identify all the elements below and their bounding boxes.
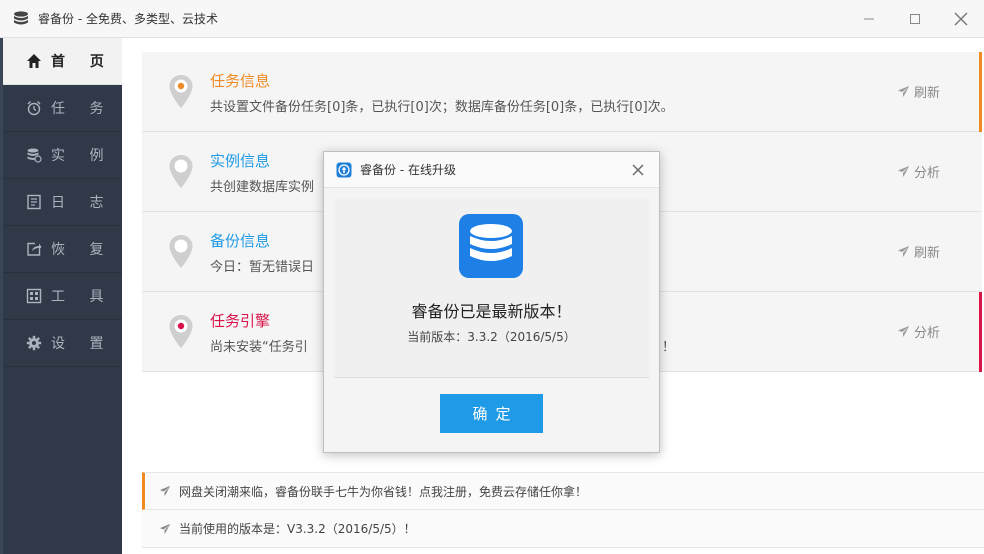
log-icon <box>25 193 43 211</box>
alarm-icon <box>25 99 43 117</box>
version-notice: 当前使用的版本是：V3.3.2（2016/5/5）！ <box>142 510 984 548</box>
sidebar-item-label: 设 置 <box>51 336 114 352</box>
sidebar-item-restore[interactable]: 恢 复 <box>3 226 122 273</box>
action-label: 刷新 <box>913 246 940 261</box>
location-pin-icon <box>169 75 193 108</box>
window-title: 睿备份 - 全免费、多类型、云技术 <box>38 12 218 26</box>
upgrade-dialog: 睿备份 - 在线升级 睿备份已是最新版本！ 当前版本：3.3.2（2016/5/… <box>323 151 660 453</box>
restore-icon <box>25 240 43 258</box>
send-icon <box>897 86 909 97</box>
action-label: 分析 <box>913 166 940 181</box>
dialog-body: 睿备份已是最新版本！ 当前版本：3.3.2（2016/5/5） <box>334 198 649 378</box>
card-description: 尚未安装“任务引 <box>210 340 308 355</box>
notice-link[interactable]: 网盘关闭潮来临，睿备份联手七牛为你省钱！点我注册，免费云存储任你拿！ <box>142 472 984 510</box>
database-icon <box>14 10 28 24</box>
close-icon <box>632 164 644 176</box>
dialog-message: 睿备份已是最新版本！ <box>411 302 572 321</box>
database-icon <box>459 214 523 278</box>
card-description: 共设置文件备份任务[0]条，已执行[0]次；数据库备份任务[0]条，已执行[0]… <box>210 100 674 115</box>
card-accent-bar <box>979 292 982 372</box>
dialog-close-button[interactable] <box>627 159 649 181</box>
current-version: 当前版本：3.3.2（2016/5/5） <box>407 330 576 344</box>
close-icon <box>954 12 968 26</box>
upgrade-icon <box>336 162 352 177</box>
refresh-button[interactable]: 刷新 <box>897 242 940 261</box>
card-description: 共创建数据库实例 <box>210 180 315 195</box>
window-controls <box>846 0 984 38</box>
sidebar-item-label: 任 务 <box>51 101 114 117</box>
dialog-title: 睿备份 - 在线升级 <box>360 163 456 177</box>
analyze-button[interactable]: 分析 <box>897 162 940 181</box>
tools-icon <box>25 287 43 305</box>
maximize-button[interactable] <box>892 0 938 38</box>
action-label: 分析 <box>913 326 940 341</box>
confirm-button[interactable]: 确定 <box>440 394 543 433</box>
analyze-button[interactable]: 分析 <box>897 322 940 341</box>
card-description: 今日：暂无错误日 <box>210 260 315 275</box>
dialog-header: 睿备份 - 在线升级 <box>324 152 659 188</box>
sidebar-item-label: 工 具 <box>51 289 114 305</box>
location-pin-icon <box>169 315 193 348</box>
action-label: 刷新 <box>913 86 940 101</box>
send-icon <box>159 485 171 497</box>
title-bar: 睿备份 - 全免费、多类型、云技术 <box>0 0 984 38</box>
send-icon <box>159 523 171 534</box>
maximize-icon <box>910 14 920 24</box>
sidebar-item-label: 首 页 <box>51 54 114 70</box>
close-button[interactable] <box>938 0 984 38</box>
sidebar-item-label: 恢 复 <box>51 242 114 258</box>
location-pin-icon <box>169 235 193 268</box>
database-icon <box>25 146 43 164</box>
sidebar: 首 页 任 务 实 例 日 志 恢 复 工 具 设 置 <box>0 38 122 554</box>
location-pin-icon <box>169 155 193 188</box>
send-icon <box>897 166 909 177</box>
sidebar-item-label: 日 志 <box>51 195 114 211</box>
card-title: 备份信息 <box>210 232 271 250</box>
send-icon <box>897 326 909 337</box>
send-icon <box>897 246 909 257</box>
card-description-tail: ！ <box>662 340 676 355</box>
refresh-button[interactable]: 刷新 <box>897 82 940 101</box>
notice-text: 网盘关闭潮来临，睿备份联手七牛为你省钱！点我注册，免费云存储任你拿！ <box>179 484 588 499</box>
minimize-icon <box>864 18 874 20</box>
home-icon <box>25 52 43 70</box>
sidebar-item-home[interactable]: 首 页 <box>3 38 122 85</box>
sidebar-item-instances[interactable]: 实 例 <box>3 132 122 179</box>
sidebar-item-tools[interactable]: 工 具 <box>3 273 122 320</box>
card-title: 任务信息 <box>210 72 271 90</box>
sidebar-item-settings[interactable]: 设 置 <box>3 320 122 367</box>
sidebar-item-logs[interactable]: 日 志 <box>3 179 122 226</box>
task-info-card: 任务信息 共设置文件备份任务[0]条，已执行[0]次；数据库备份任务[0]条，已… <box>142 52 982 132</box>
notice-text: 当前使用的版本是：V3.3.2（2016/5/5）！ <box>179 522 416 536</box>
card-title: 任务引擎 <box>210 312 271 330</box>
card-title: 实例信息 <box>210 152 271 170</box>
gear-icon <box>25 334 43 352</box>
sidebar-item-tasks[interactable]: 任 务 <box>3 85 122 132</box>
card-accent-bar <box>979 52 982 132</box>
minimize-button[interactable] <box>846 0 892 38</box>
sidebar-item-label: 实 例 <box>51 148 114 164</box>
